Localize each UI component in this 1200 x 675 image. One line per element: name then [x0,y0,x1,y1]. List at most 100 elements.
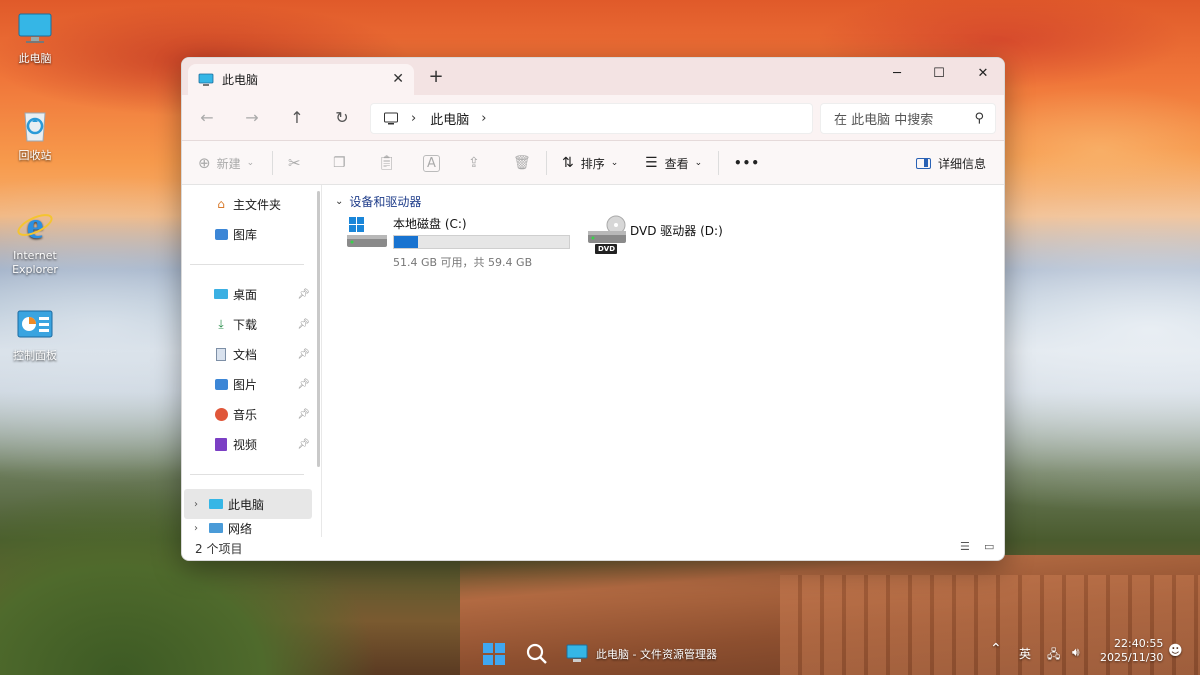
pin-icon[interactable]: 📌︎ [297,349,310,360]
internet-explorer-icon: e [15,205,55,245]
taskbar: 此电脑 - 文件资源管理器 ⌃ 英 🖧︎ 🔊︎ 22:40:55 2025/11… [0,631,1200,675]
toolbar-divider [546,151,547,175]
desktop-icon-label-line2: Explorer [0,263,70,277]
chevron-down-icon: ⌄ [247,158,255,168]
search-icon: ⚲ [974,111,984,126]
network-icon[interactable]: 🖧︎ [1047,645,1060,666]
desktop-icon-label: 此电脑 [19,52,52,65]
view-button[interactable]: ☰ 查看 ⌄ [645,151,702,175]
desktop-icon-recycle-bin[interactable]: 回收站 [0,105,70,163]
sidebar-item-videos[interactable]: 视频 📌︎ [182,429,312,459]
tab-this-pc[interactable]: 此电脑 ✕ [188,64,414,95]
details-label: 详细信息 [938,155,986,172]
address-bar[interactable]: › 此电脑 › [370,103,813,134]
back-button[interactable]: ← [196,107,218,129]
clipboard-icon: 📋︎ [378,155,396,171]
more-options-button[interactable]: ••• [734,151,760,175]
notification-icon[interactable]: ☻ [1168,643,1183,659]
desktop-icon-label: 控制面板 [13,349,57,362]
volume-icon[interactable]: 🔊︎ [1072,645,1080,660]
paste-button[interactable]: 📋︎ [378,151,396,175]
chevron-right-icon[interactable]: › [194,499,198,510]
sidebar-item-pictures[interactable]: 图片 📌︎ [182,369,312,399]
sidebar-item-label: 音乐 [233,406,257,423]
dvd-badge: DVD [598,245,615,253]
hard-drive-icon [345,215,389,251]
desktop-icon-internet-explorer[interactable]: e Internet Explorer [0,205,70,277]
desktop-icon-label-line1: Internet [0,249,70,263]
sidebar-scrollbar[interactable] [317,191,320,467]
sidebar-item-label: 主文件夹 [233,196,281,213]
forward-button[interactable]: → [241,107,263,129]
view-label: 查看 [665,155,689,172]
input-method-indicator[interactable]: 英 [1019,645,1031,662]
cut-button[interactable]: ✂ [288,151,301,175]
tiles-view-icon[interactable]: ▭ [984,540,994,553]
desktop-icon-label: 回收站 [19,149,52,162]
sidebar-item-home[interactable]: ⌂ 主文件夹 [182,189,312,219]
sidebar-item-gallery[interactable]: 图库 [182,219,312,249]
share-button[interactable]: ⇪ [468,151,480,175]
details-view-icon[interactable]: ☰ [960,540,970,553]
sidebar-item-downloads[interactable]: ⤓ 下载 📌︎ [182,309,312,339]
sidebar-item-desktop[interactable]: 桌面 📌︎ [182,279,312,309]
chevron-up-icon[interactable]: ⌃ [990,641,1002,657]
drive-name: 本地磁盘 (C:) [393,215,583,232]
monitor-icon [208,496,224,512]
sidebar-item-documents[interactable]: 文档 📌︎ [182,339,312,369]
pin-icon[interactable]: 📌︎ [297,439,310,450]
new-tab-button[interactable]: + [426,66,446,87]
close-window-button[interactable]: ✕ [960,58,1005,88]
clock[interactable]: 22:40:55 2025/11/30 [1100,637,1163,665]
chevron-right-icon[interactable]: › [194,523,198,534]
refresh-button[interactable]: ↻ [331,107,353,129]
desktop-icon-control-panel[interactable]: 控制面板 [0,305,70,363]
monitor-icon [566,644,588,664]
up-button[interactable]: ↑ [286,107,308,129]
sidebar-divider [190,474,304,475]
drive-usage-fill [394,236,418,248]
breadcrumb-chevron-icon[interactable]: › [411,111,416,126]
desktop-icon-this-pc[interactable]: 此电脑 [0,8,70,66]
new-label: 新建 [217,155,241,172]
new-button[interactable]: ⊕ 新建 ⌄ [198,151,254,175]
rename-button[interactable]: A [423,151,440,175]
toolbar-divider [272,151,273,175]
picture-icon [213,376,229,392]
pin-icon[interactable]: 📌︎ [297,409,310,420]
item-count: 2 个项目 [195,540,242,557]
pin-icon[interactable]: 📌︎ [297,319,310,330]
minimize-button[interactable]: ─ [874,58,920,88]
search-placeholder: 在 此电脑 中搜索 [834,109,933,128]
group-header-devices[interactable]: ⌄ 设备和驱动器 [335,193,421,210]
taskbar-search-button[interactable] [525,641,549,667]
sidebar-item-network[interactable]: › 网络 [182,518,312,537]
navigation-bar: ← → ↑ ↻ › 此电脑 › 在 此电脑 中搜索 ⚲ [182,95,1004,141]
taskbar-explorer-button[interactable]: 此电脑 - 文件资源管理器 [566,641,717,667]
close-tab-icon[interactable]: ✕ [392,71,404,87]
breadcrumb-chevron-icon[interactable]: › [481,111,486,126]
start-button[interactable] [482,641,506,667]
home-icon: ⌂ [213,196,229,212]
search-input[interactable]: 在 此电脑 中搜索 ⚲ [820,103,996,134]
sidebar-item-label: 视频 [233,436,257,453]
copy-button[interactable]: ❐ [333,151,346,175]
trash-icon: 🗑︎ [513,155,531,171]
taskbar-explorer-label: 此电脑 - 文件资源管理器 [596,646,717,662]
scissors-icon: ✂ [288,154,301,172]
document-icon [213,346,229,362]
pin-icon[interactable]: 📌︎ [297,289,310,300]
view-list-icon: ☰ [645,155,658,171]
sidebar-item-this-pc[interactable]: › 此电脑 [184,489,312,519]
sidebar-item-music[interactable]: 音乐 📌︎ [182,399,312,429]
plus-circle-icon: ⊕ [198,154,211,172]
sidebar-item-label: 图库 [233,226,257,243]
delete-button[interactable]: 🗑︎ [513,151,531,175]
sort-label: 排序 [581,155,605,172]
sort-button[interactable]: ⇅ 排序 ⌄ [562,151,618,175]
windows-logo-icon [482,642,506,666]
breadcrumb-this-pc[interactable]: 此电脑 [430,109,469,128]
maximize-button[interactable]: ☐ [916,58,962,88]
details-pane-button[interactable]: 详细信息 [916,151,986,175]
pin-icon[interactable]: 📌︎ [297,379,310,390]
